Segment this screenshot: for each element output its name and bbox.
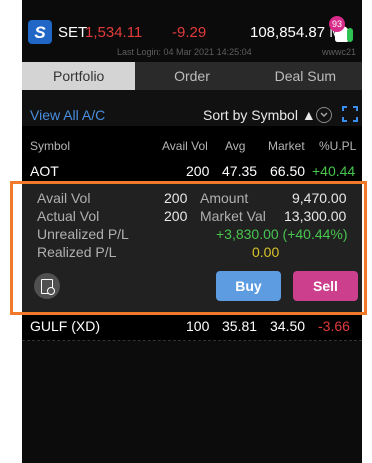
row-market: 66.50 bbox=[270, 163, 306, 179]
row-upl: -3.66 bbox=[318, 318, 350, 334]
user-code: wwwc21 bbox=[322, 47, 357, 57]
row-avg: 47.35 bbox=[222, 163, 258, 179]
notification-badge: 93 bbox=[329, 16, 345, 32]
col-market: Market bbox=[268, 139, 305, 153]
highlight-frame bbox=[10, 181, 367, 315]
market-header: S SET 1,534.11 -9.29 108,854.87 M 93 Las… bbox=[22, 0, 362, 62]
row-symbol: AOT bbox=[30, 163, 59, 179]
col-avail-vol: Avail Vol bbox=[162, 139, 208, 153]
tab-deal-sum[interactable]: Deal Sum bbox=[249, 62, 362, 90]
col-symbol: Symbol bbox=[30, 139, 71, 153]
sort-button[interactable]: Sort by Symbol ▲ bbox=[203, 107, 316, 123]
table-header: Symbol Avail Vol Avg Market %U.PL bbox=[22, 126, 362, 156]
tab-portfolio[interactable]: Portfolio bbox=[22, 62, 136, 90]
row-avail-vol: 100 bbox=[186, 318, 210, 334]
col-avg: Avg bbox=[225, 139, 246, 153]
row-avg: 35.81 bbox=[222, 318, 258, 334]
col-upl: %U.PL bbox=[319, 139, 357, 153]
index-value: 1,534.11 bbox=[85, 24, 143, 41]
index-change: -9.29 bbox=[172, 24, 207, 41]
tab-bar: Portfolio Order Deal Sum bbox=[22, 62, 362, 90]
portfolio-toolbar: View All A/C Sort by Symbol ▲ bbox=[22, 90, 362, 126]
row-symbol: GULF (XD) bbox=[30, 318, 100, 334]
table-row[interactable]: AOT 200 47.35 66.50 +40.44 bbox=[22, 156, 362, 182]
empty-list-area bbox=[22, 341, 362, 463]
chevron-down-icon[interactable] bbox=[316, 107, 332, 123]
row-avail-vol: 200 bbox=[186, 163, 210, 179]
view-all-accounts-link[interactable]: View All A/C bbox=[30, 107, 105, 123]
row-market: 34.50 bbox=[270, 318, 306, 334]
expand-icon[interactable] bbox=[342, 106, 358, 122]
index-volume: 108,854.87 M bbox=[250, 24, 342, 41]
last-login: Last Login: 04 Mar 2021 14:25:04 bbox=[117, 47, 252, 57]
s-logo-icon[interactable]: S bbox=[28, 20, 52, 44]
index-name: SET bbox=[58, 24, 88, 41]
row-upl: +40.44 bbox=[312, 163, 356, 179]
table-row[interactable]: GULF (XD) 100 35.81 34.50 -3.66 bbox=[22, 314, 362, 341]
tab-order[interactable]: Order bbox=[135, 62, 248, 90]
